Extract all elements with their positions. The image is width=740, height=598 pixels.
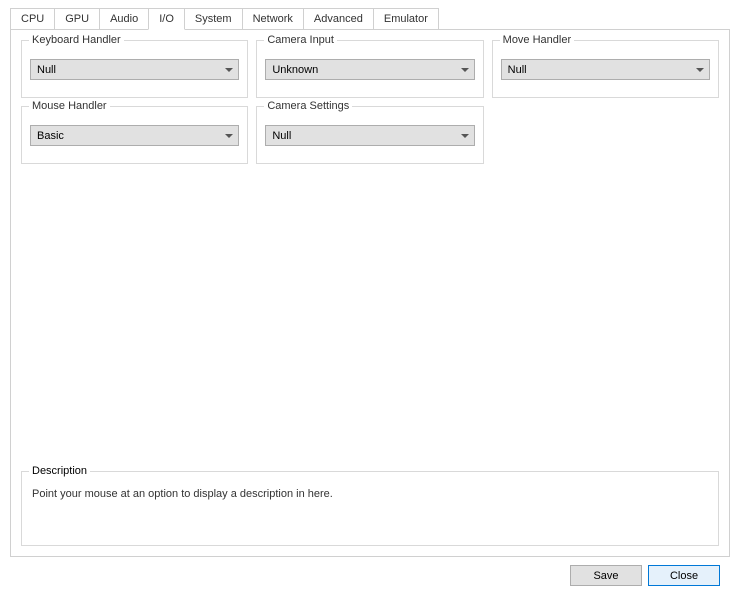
label-camera-settings: Camera Settings — [264, 100, 352, 112]
tab-audio[interactable]: Audio — [99, 8, 149, 30]
tab-io[interactable]: I/O — [148, 8, 185, 30]
description-text: Point your mouse at an option to display… — [32, 488, 708, 500]
save-button[interactable]: Save — [570, 565, 642, 586]
label-camera-input: Camera Input — [264, 34, 337, 46]
dropdown-move-handler[interactable]: Null — [501, 59, 710, 80]
dropdown-keyboard-handler[interactable]: Null — [30, 59, 239, 80]
label-mouse-handler: Mouse Handler — [29, 100, 110, 112]
description-label: Description — [29, 465, 90, 477]
group-camera-input: Camera Input Unknown — [256, 40, 483, 98]
tab-cpu[interactable]: CPU — [10, 8, 55, 30]
label-move-handler: Move Handler — [500, 34, 574, 46]
tab-gpu[interactable]: GPU — [54, 8, 100, 30]
close-button[interactable]: Close — [648, 565, 720, 586]
chevron-down-icon — [225, 134, 233, 138]
footer: Save Close — [10, 557, 730, 586]
chevron-down-icon — [696, 68, 704, 72]
dropdown-camera-settings[interactable]: Null — [265, 125, 474, 146]
dropdown-value: Basic — [37, 130, 64, 142]
tab-strip: CPU GPU Audio I/O System Network Advance… — [10, 8, 730, 30]
tab-network[interactable]: Network — [242, 8, 304, 30]
tab-emulator[interactable]: Emulator — [373, 8, 439, 30]
chevron-down-icon — [461, 134, 469, 138]
tab-advanced[interactable]: Advanced — [303, 8, 374, 30]
chevron-down-icon — [461, 68, 469, 72]
group-move-handler: Move Handler Null — [492, 40, 719, 98]
label-keyboard-handler: Keyboard Handler — [29, 34, 124, 46]
group-keyboard-handler: Keyboard Handler Null — [21, 40, 248, 98]
dropdown-value: Null — [272, 130, 291, 142]
dropdown-value: Unknown — [272, 64, 318, 76]
dropdown-camera-input[interactable]: Unknown — [265, 59, 474, 80]
io-panel: Keyboard Handler Null Camera Input Unkno… — [10, 29, 730, 557]
tab-system[interactable]: System — [184, 8, 243, 30]
group-camera-settings: Camera Settings Null — [256, 106, 483, 164]
group-mouse-handler: Mouse Handler Basic — [21, 106, 248, 164]
dropdown-mouse-handler[interactable]: Basic — [30, 125, 239, 146]
dropdown-value: Null — [37, 64, 56, 76]
description-box: Description Point your mouse at an optio… — [21, 471, 719, 546]
chevron-down-icon — [225, 68, 233, 72]
dropdown-value: Null — [508, 64, 527, 76]
